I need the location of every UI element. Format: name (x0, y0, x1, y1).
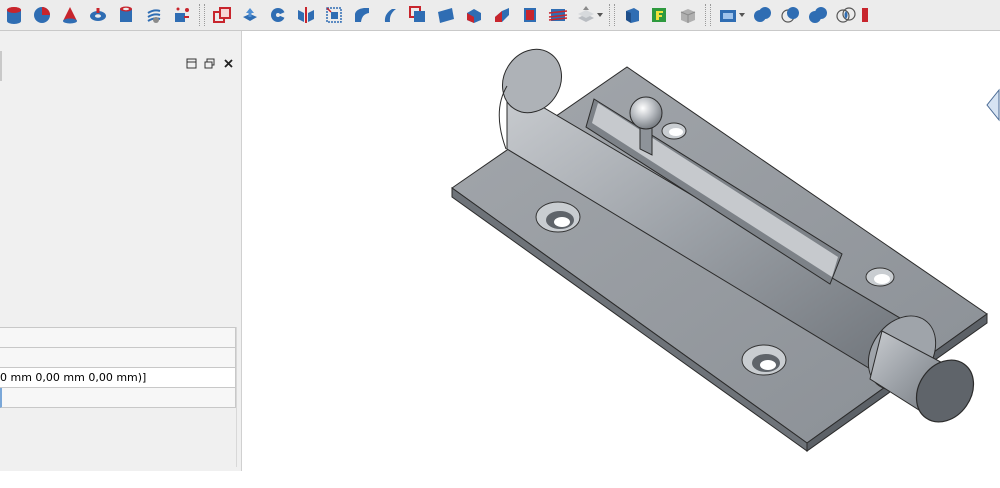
main-toolbar (0, 0, 1000, 31)
revolve-icon[interactable] (267, 4, 289, 26)
property-row-placement[interactable]: 0 mm 0,00 mm 0,00 mm)] (0, 368, 235, 388)
cone-icon[interactable] (59, 4, 81, 26)
cut-icon[interactable] (751, 4, 773, 26)
sphere-icon[interactable] (31, 4, 53, 26)
screw-hole (661, 122, 687, 140)
toolbar-overflow-icon[interactable] (860, 4, 868, 26)
torus-icon[interactable] (87, 4, 109, 26)
thickness-dropdown-arrow[interactable] (596, 4, 604, 26)
toolbar-separator (199, 4, 205, 26)
property-row[interactable] (0, 328, 235, 348)
offset-icon[interactable] (547, 4, 569, 26)
property-scroll-edge (236, 327, 237, 467)
ruled-surface-icon[interactable] (407, 4, 429, 26)
property-row[interactable] (0, 348, 235, 368)
loft-icon[interactable] (435, 4, 457, 26)
door-bolt-model (451, 48, 988, 452)
mirror-plane-icon[interactable] (295, 4, 317, 26)
section-icon[interactable] (491, 4, 513, 26)
3d-viewport[interactable] (242, 31, 1000, 484)
cross-sections-icon[interactable] (519, 4, 541, 26)
screw-hole (741, 344, 787, 376)
tube-icon[interactable] (115, 4, 137, 26)
screw-hole (535, 201, 581, 233)
boolean-icon[interactable] (717, 4, 739, 26)
compound-icon[interactable] (649, 4, 671, 26)
fuse-icon[interactable] (779, 4, 801, 26)
boolean-dropdown-arrow[interactable] (738, 4, 746, 26)
panel-dock-icon[interactable] (185, 57, 197, 69)
panel-splitter[interactable] (0, 51, 2, 81)
panel-float-icon[interactable] (203, 57, 215, 69)
sweep-icon[interactable] (463, 4, 485, 26)
fillet-icon[interactable] (323, 4, 345, 26)
extrude-icon[interactable] (239, 4, 261, 26)
thickness-icon[interactable] (575, 4, 597, 26)
property-row[interactable] (0, 388, 235, 408)
projection-icon[interactable] (621, 4, 643, 26)
combo-view-panel: 0 mm 0,00 mm 0,00 mm)] (0, 31, 242, 471)
create-primitives-icon[interactable] (171, 4, 193, 26)
make-face-icon[interactable] (379, 4, 401, 26)
panel-close-icon[interactable] (222, 57, 234, 69)
helix-icon[interactable] (143, 4, 165, 26)
property-table: 0 mm 0,00 mm 0,00 mm)] (0, 327, 236, 408)
shape-builder-icon[interactable] (677, 4, 699, 26)
toolbar-separator (705, 4, 711, 26)
chamfer-icon[interactable] (351, 4, 373, 26)
mirror-icon[interactable] (211, 4, 233, 26)
toolbar-separator (609, 4, 615, 26)
navigation-cube-arrow-icon[interactable] (986, 88, 1000, 122)
panel-bottom-strip (0, 471, 244, 484)
common-icon[interactable] (807, 4, 829, 26)
cylinder-icon[interactable] (3, 4, 25, 26)
screw-hole (865, 267, 895, 287)
xor-icon[interactable] (835, 4, 857, 26)
